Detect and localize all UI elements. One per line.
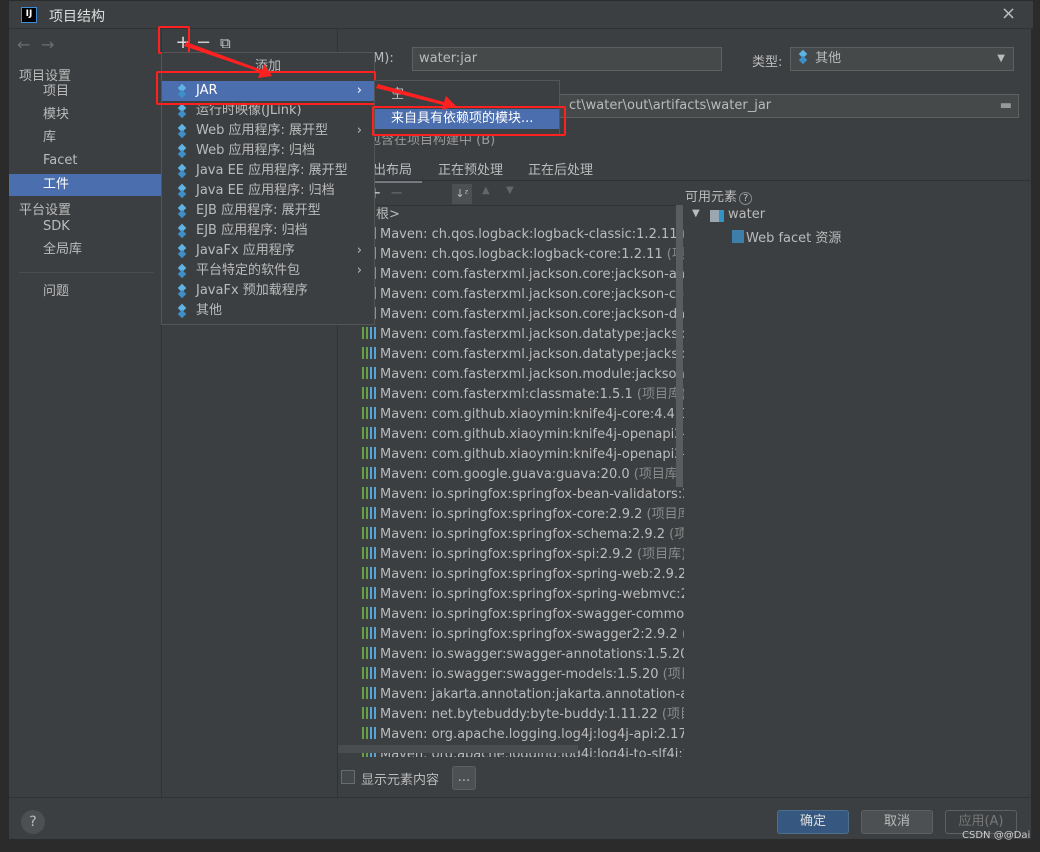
red-arrow [184,42,272,78]
watermark: CSDN @@Dai [962,830,1031,841]
red-arrow [376,84,456,110]
annotation-arrows [184,42,456,110]
